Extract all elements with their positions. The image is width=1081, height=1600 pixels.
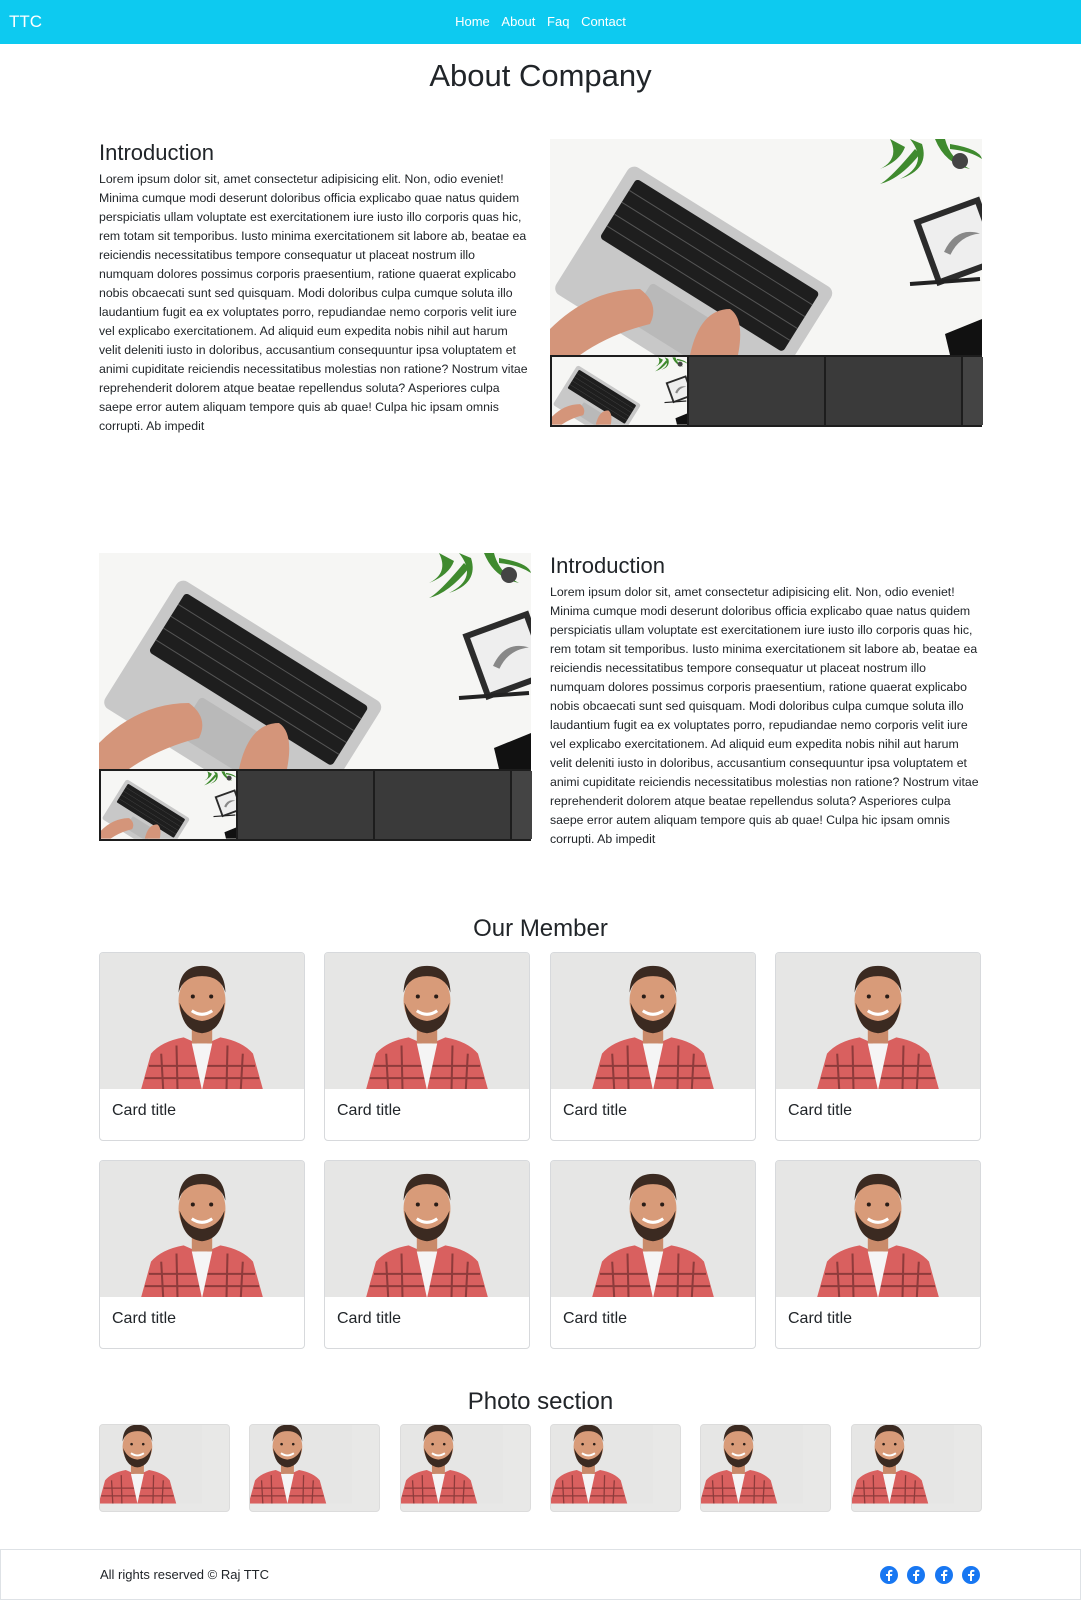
card-title: Card title: [563, 1310, 628, 1327]
image-carousel-2[interactable]: [99, 553, 532, 841]
gallery-photo[interactable]: [400, 1424, 531, 1512]
card-title: Card title: [563, 1102, 628, 1119]
gallery-photo[interactable]: [550, 1424, 681, 1512]
member-photo: [551, 953, 755, 1089]
gallery-photo[interactable]: [851, 1424, 982, 1512]
card-title: Card title: [788, 1310, 853, 1327]
gallery-photo[interactable]: [99, 1424, 230, 1512]
nav-contact[interactable]: Contact: [581, 14, 626, 29]
intro-heading: Introduction: [99, 140, 214, 165]
gallery-photo[interactable]: [249, 1424, 380, 1512]
member-card[interactable]: Card title: [99, 1160, 305, 1349]
facebook-icon[interactable]: [935, 1566, 953, 1584]
intro-heading: Introduction: [550, 553, 665, 578]
member-card[interactable]: Card title: [324, 952, 530, 1141]
card-title: Card title: [337, 1310, 402, 1327]
image-carousel-1[interactable]: [550, 139, 983, 427]
member-photo: [325, 1161, 529, 1297]
card-title: Card title: [112, 1310, 177, 1327]
carousel-thumb-4[interactable]: [963, 357, 983, 425]
photo-section-title: Photo section: [467, 1388, 614, 1415]
page-title: About Company: [429, 58, 652, 93]
laptop-thumb-image: [552, 357, 687, 425]
carousel-thumb-2[interactable]: [689, 357, 824, 425]
carousel-thumbnails: [552, 357, 983, 425]
intro-section-1: Introduction Lorem ipsum dolor sit, amet…: [99, 140, 531, 436]
facebook-icon[interactable]: [962, 1566, 980, 1584]
carousel-active-slide: [99, 553, 531, 769]
carousel-active-slide: [550, 139, 982, 355]
facebook-icon[interactable]: [907, 1566, 925, 1584]
nav-faq[interactable]: Faq: [547, 14, 569, 29]
intro-section-2: Introduction Lorem ipsum dolor sit, amet…: [550, 553, 982, 849]
member-card[interactable]: Card title: [550, 1160, 756, 1349]
nav-about[interactable]: About: [501, 14, 535, 29]
member-card[interactable]: Card title: [99, 952, 305, 1141]
member-photo: [100, 953, 304, 1089]
card-title: Card title: [112, 1102, 177, 1119]
member-card[interactable]: Card title: [775, 952, 981, 1141]
member-card[interactable]: Card title: [775, 1160, 981, 1349]
member-photo: [551, 1161, 755, 1297]
carousel-thumb-2[interactable]: [238, 771, 373, 839]
carousel-thumb-1[interactable]: [101, 771, 236, 839]
navbar: TTC Home About Faq Contact: [0, 0, 1081, 44]
member-photo: [776, 953, 980, 1089]
member-card[interactable]: Card title: [324, 1160, 530, 1349]
intro-text: Lorem ipsum dolor sit, amet consectetur …: [550, 585, 979, 846]
member-photo: [100, 1161, 304, 1297]
gallery-photo[interactable]: [700, 1424, 831, 1512]
members-title: Our Member: [473, 915, 608, 942]
nav-home[interactable]: Home: [455, 14, 490, 29]
carousel-thumb-3[interactable]: [375, 771, 510, 839]
laptop-image: [550, 139, 982, 355]
card-title: Card title: [788, 1102, 853, 1119]
copyright-text: All rights reserved © Raj TTC: [100, 1567, 269, 1582]
laptop-image: [99, 553, 531, 769]
intro-text: Lorem ipsum dolor sit, amet consectetur …: [99, 172, 528, 433]
carousel-thumb-3[interactable]: [826, 357, 961, 425]
facebook-icon[interactable]: [880, 1566, 898, 1584]
nav-links: Home About Faq Contact: [0, 14, 1081, 29]
carousel-thumbnails: [101, 771, 532, 839]
laptop-thumb-image: [101, 771, 236, 839]
card-title: Card title: [337, 1102, 402, 1119]
member-card[interactable]: Card title: [550, 952, 756, 1141]
member-photo: [325, 953, 529, 1089]
footer: All rights reserved © Raj TTC: [0, 1549, 1081, 1600]
member-photo: [776, 1161, 980, 1297]
carousel-thumb-4[interactable]: [512, 771, 532, 839]
carousel-thumb-1[interactable]: [552, 357, 687, 425]
